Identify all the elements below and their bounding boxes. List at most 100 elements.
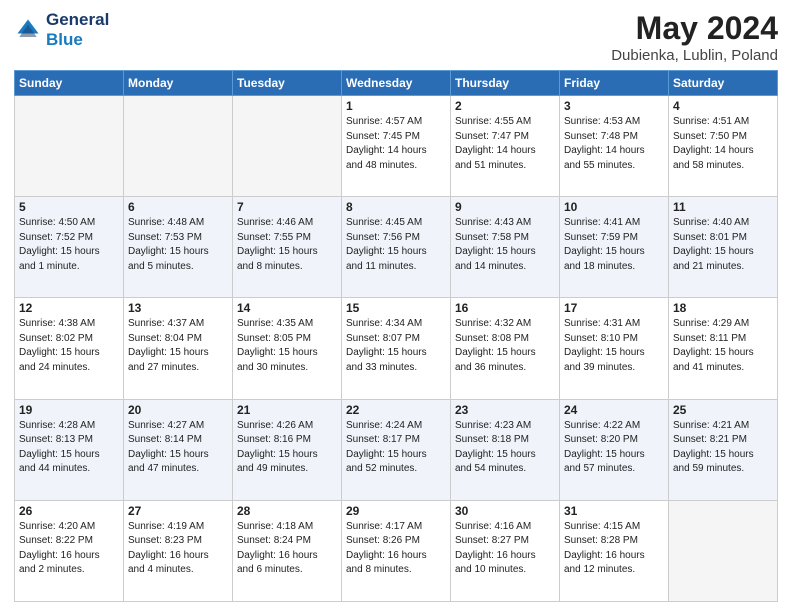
day-info: Sunrise: 4:29 AM Sunset: 8:11 PM Dayligh…	[673, 317, 773, 375]
table-row: 2 Sunrise: 4:55 AM Sunset: 7:47 PM Daylig…	[451, 96, 560, 197]
col-tuesday: Tuesday	[233, 71, 342, 96]
day-info: Sunrise: 4:41 AM Sunset: 7:59 PM Dayligh…	[564, 216, 664, 274]
day-number: 7	[237, 200, 337, 214]
day-info: Sunrise: 4:34 AM Sunset: 8:07 PM Dayligh…	[346, 317, 446, 375]
day-number: 1	[346, 99, 446, 113]
logo: General Blue	[14, 10, 109, 49]
day-number: 20	[128, 403, 228, 417]
day-info: Sunrise: 4:46 AM Sunset: 7:55 PM Dayligh…	[237, 216, 337, 274]
day-number: 15	[346, 301, 446, 315]
day-info: Sunrise: 4:28 AM Sunset: 8:13 PM Dayligh…	[19, 419, 119, 477]
col-thursday: Thursday	[451, 71, 560, 96]
header: General Blue May 2024 Dubienka, Lublin, …	[14, 10, 778, 64]
day-info: Sunrise: 4:27 AM Sunset: 8:14 PM Dayligh…	[128, 419, 228, 477]
day-info: Sunrise: 4:21 AM Sunset: 8:21 PM Dayligh…	[673, 419, 773, 477]
day-number: 23	[455, 403, 555, 417]
table-row: 4Sunrise: 4:51 AM Sunset: 7:50 PM Daylig…	[669, 96, 778, 197]
table-row: 10 Sunrise: 4:41 AM Sunset: 7:59 PM Dayli…	[560, 197, 669, 298]
col-sunday: Sunday	[15, 71, 124, 96]
table-row	[15, 96, 124, 197]
table-row: 3Sunrise: 4:53 AM Sunset: 7:48 PM Daylig…	[560, 96, 669, 197]
table-row: 17 Sunrise: 4:31 AM Sunset: 8:10 PM Dayli…	[560, 298, 669, 399]
day-number: 14	[237, 301, 337, 315]
table-row: 27Sunrise: 4:19 AM Sunset: 8:23 PM Dayli…	[124, 500, 233, 601]
table-row: 22 Sunrise: 4:24 AM Sunset: 8:17 PM Dayli…	[342, 399, 451, 500]
day-info: Sunrise: 4:18 AM Sunset: 8:24 PM Dayligh…	[237, 520, 337, 578]
logo-text-blue: Blue	[46, 30, 109, 50]
table-row: 25 Sunrise: 4:21 AM Sunset: 8:21 PM Dayli…	[669, 399, 778, 500]
day-number: 25	[673, 403, 773, 417]
table-row: 18 Sunrise: 4:29 AM Sunset: 8:11 PM Dayli…	[669, 298, 778, 399]
day-number: 29	[346, 504, 446, 518]
day-info: Sunrise: 4:48 AM Sunset: 7:53 PM Dayligh…	[128, 216, 228, 274]
day-info: Sunrise: 4:57 AM Sunset: 7:45 PM Dayligh…	[346, 115, 446, 173]
day-number: 2	[455, 99, 555, 113]
table-row: 24 Sunrise: 4:22 AM Sunset: 8:20 PM Dayli…	[560, 399, 669, 500]
calendar-week-row: 19 Sunrise: 4:28 AM Sunset: 8:13 PM Dayli…	[15, 399, 778, 500]
day-number: 19	[19, 403, 119, 417]
table-row: 19 Sunrise: 4:28 AM Sunset: 8:13 PM Dayli…	[15, 399, 124, 500]
logo-icon	[14, 16, 42, 44]
table-row: 26Sunrise: 4:20 AM Sunset: 8:22 PM Dayli…	[15, 500, 124, 601]
table-row: 13Sunrise: 4:37 AM Sunset: 8:04 PM Dayli…	[124, 298, 233, 399]
day-info: Sunrise: 4:16 AM Sunset: 8:27 PM Dayligh…	[455, 520, 555, 578]
day-info: Sunrise: 4:32 AM Sunset: 8:08 PM Dayligh…	[455, 317, 555, 375]
table-row	[124, 96, 233, 197]
calendar: Sunday Monday Tuesday Wednesday Thursday…	[14, 70, 778, 602]
calendar-week-row: 1 Sunrise: 4:57 AM Sunset: 7:45 PM Daylig…	[15, 96, 778, 197]
day-number: 30	[455, 504, 555, 518]
table-row: 12 Sunrise: 4:38 AM Sunset: 8:02 PM Dayli…	[15, 298, 124, 399]
calendar-week-row: 12 Sunrise: 4:38 AM Sunset: 8:02 PM Dayli…	[15, 298, 778, 399]
table-row: 16 Sunrise: 4:32 AM Sunset: 8:08 PM Dayli…	[451, 298, 560, 399]
table-row: 28Sunrise: 4:18 AM Sunset: 8:24 PM Dayli…	[233, 500, 342, 601]
table-row: 21Sunrise: 4:26 AM Sunset: 8:16 PM Dayli…	[233, 399, 342, 500]
day-info: Sunrise: 4:23 AM Sunset: 8:18 PM Dayligh…	[455, 419, 555, 477]
table-row: 7 Sunrise: 4:46 AM Sunset: 7:55 PM Daylig…	[233, 197, 342, 298]
day-number: 11	[673, 200, 773, 214]
day-info: Sunrise: 4:40 AM Sunset: 8:01 PM Dayligh…	[673, 216, 773, 274]
table-row: 8Sunrise: 4:45 AM Sunset: 7:56 PM Daylig…	[342, 197, 451, 298]
table-row	[233, 96, 342, 197]
table-row: 23 Sunrise: 4:23 AM Sunset: 8:18 PM Dayli…	[451, 399, 560, 500]
table-row: 1 Sunrise: 4:57 AM Sunset: 7:45 PM Daylig…	[342, 96, 451, 197]
table-row	[669, 500, 778, 601]
day-number: 18	[673, 301, 773, 315]
day-number: 16	[455, 301, 555, 315]
title-block: May 2024 Dubienka, Lublin, Poland	[611, 10, 778, 64]
table-row: 20 Sunrise: 4:27 AM Sunset: 8:14 PM Dayli…	[124, 399, 233, 500]
day-info: Sunrise: 4:43 AM Sunset: 7:58 PM Dayligh…	[455, 216, 555, 274]
day-info: Sunrise: 4:51 AM Sunset: 7:50 PM Dayligh…	[673, 115, 773, 173]
day-number: 3	[564, 99, 664, 113]
day-info: Sunrise: 4:20 AM Sunset: 8:22 PM Dayligh…	[19, 520, 119, 578]
day-info: Sunrise: 4:24 AM Sunset: 8:17 PM Dayligh…	[346, 419, 446, 477]
day-number: 9	[455, 200, 555, 214]
table-row: 6 Sunrise: 4:48 AM Sunset: 7:53 PM Daylig…	[124, 197, 233, 298]
day-info: Sunrise: 4:37 AM Sunset: 8:04 PM Dayligh…	[128, 317, 228, 375]
day-number: 6	[128, 200, 228, 214]
day-number: 22	[346, 403, 446, 417]
day-info: Sunrise: 4:50 AM Sunset: 7:52 PM Dayligh…	[19, 216, 119, 274]
day-info: Sunrise: 4:15 AM Sunset: 8:28 PM Dayligh…	[564, 520, 664, 578]
table-row: 11 Sunrise: 4:40 AM Sunset: 8:01 PM Dayli…	[669, 197, 778, 298]
logo-text-general: General	[46, 10, 109, 30]
day-info: Sunrise: 4:38 AM Sunset: 8:02 PM Dayligh…	[19, 317, 119, 375]
day-number: 12	[19, 301, 119, 315]
col-friday: Friday	[560, 71, 669, 96]
col-wednesday: Wednesday	[342, 71, 451, 96]
day-number: 27	[128, 504, 228, 518]
day-info: Sunrise: 4:26 AM Sunset: 8:16 PM Dayligh…	[237, 419, 337, 477]
table-row: 9 Sunrise: 4:43 AM Sunset: 7:58 PM Daylig…	[451, 197, 560, 298]
calendar-week-row: 5Sunrise: 4:50 AM Sunset: 7:52 PM Daylig…	[15, 197, 778, 298]
table-row: 15 Sunrise: 4:34 AM Sunset: 8:07 PM Dayli…	[342, 298, 451, 399]
col-saturday: Saturday	[669, 71, 778, 96]
main-title: May 2024	[611, 10, 778, 47]
day-info: Sunrise: 4:31 AM Sunset: 8:10 PM Dayligh…	[564, 317, 664, 375]
day-number: 10	[564, 200, 664, 214]
day-info: Sunrise: 4:55 AM Sunset: 7:47 PM Dayligh…	[455, 115, 555, 173]
day-info: Sunrise: 4:17 AM Sunset: 8:26 PM Dayligh…	[346, 520, 446, 578]
table-row: 31Sunrise: 4:15 AM Sunset: 8:28 PM Dayli…	[560, 500, 669, 601]
day-info: Sunrise: 4:35 AM Sunset: 8:05 PM Dayligh…	[237, 317, 337, 375]
day-info: Sunrise: 4:22 AM Sunset: 8:20 PM Dayligh…	[564, 419, 664, 477]
day-number: 24	[564, 403, 664, 417]
day-number: 17	[564, 301, 664, 315]
